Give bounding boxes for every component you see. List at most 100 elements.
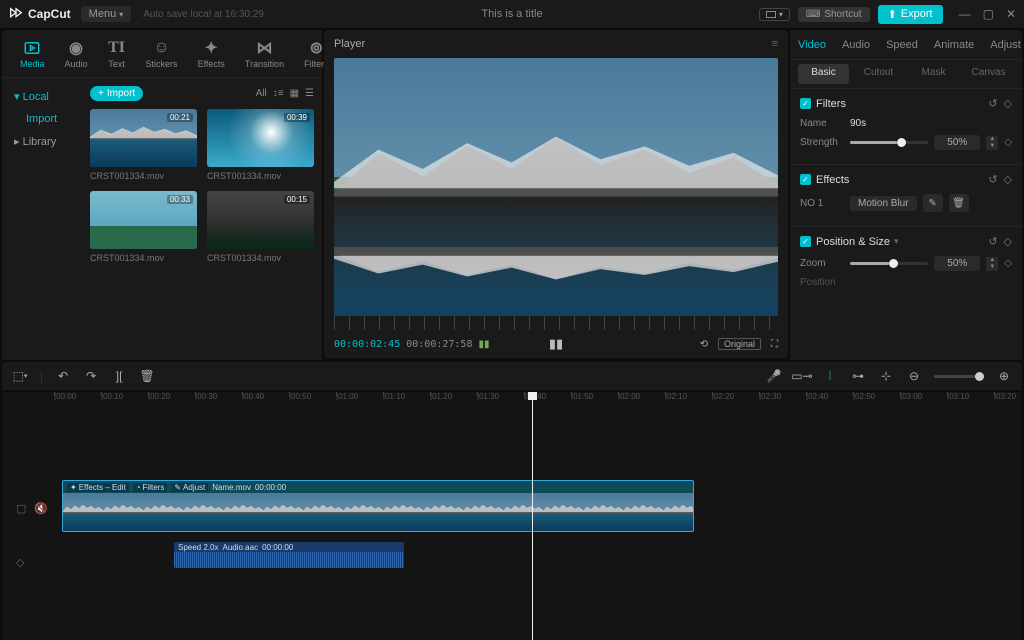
keyframe-icon[interactable]: ◇ (1004, 235, 1012, 248)
select-tool[interactable]: ⬚▾ (12, 368, 28, 384)
split-button[interactable]: ][ (111, 368, 127, 384)
reset-icon[interactable]: ↺ (988, 173, 997, 186)
import-button[interactable]: + Import (90, 86, 143, 101)
inspector-tab-speed[interactable]: Speed (878, 30, 926, 59)
player-current-time: 00:00:02:45 (334, 339, 400, 350)
media-clip[interactable]: 00:15 CRST001334.mov (207, 191, 314, 263)
playhead[interactable] (532, 392, 533, 640)
zoom-in-icon[interactable]: ⊕ (996, 368, 1012, 384)
inspector-tab-adjust[interactable]: Adjust (982, 30, 1022, 59)
keyframe-icon[interactable]: ◇ (1004, 173, 1012, 186)
subtab-canvas[interactable]: Canvas (963, 64, 1014, 84)
audio-track-lock-icon[interactable]: ◇ (16, 556, 24, 569)
subtab-mask[interactable]: Mask (908, 64, 959, 84)
link-icon[interactable]: ⊶ (850, 368, 866, 384)
player-menu-icon[interactable]: ≡ (772, 38, 778, 50)
tab-text[interactable]: TI Text (98, 30, 136, 77)
aspect-ratio-button[interactable]: ▾ (759, 8, 790, 21)
clip-tag-filters[interactable]: ◔ Filters (133, 483, 168, 492)
undo-button[interactable]: ↶ (55, 368, 71, 384)
media-clip[interactable]: 00:39 CRST001334.mov (207, 109, 314, 181)
media-sidebar: ▾ Local Import ▸ Library (2, 78, 82, 360)
minimize-button[interactable]: — (959, 7, 971, 21)
timeline-ruler[interactable]: |00:00|00:10|00:20|00:30|00:40|00:50|01:… (54, 392, 1022, 408)
clip-name: CRST001334.mov (207, 253, 314, 263)
delete-button[interactable]: 🗑 (139, 368, 155, 384)
record-vo-icon[interactable]: 🎤 (766, 368, 782, 384)
media-panel: Media ◉ Audio TI Text ☺ Stickers ✦ Effec… (2, 30, 322, 360)
tab-media[interactable]: Media (10, 30, 55, 77)
position-label: Position (800, 277, 844, 288)
sidebar-item-local[interactable]: ▾ Local (2, 84, 82, 109)
strength-slider[interactable] (850, 141, 928, 144)
export-button[interactable]: ⬆ Export (878, 5, 943, 24)
edit-effect-button[interactable]: ✎ (923, 194, 943, 212)
keyboard-icon: ⌨ (806, 9, 820, 20)
view-grid-icon[interactable]: ▦ (290, 88, 299, 99)
position-title: Position & Size (816, 236, 890, 248)
player-scrub-ruler[interactable] (334, 316, 778, 330)
video-track-toggle[interactable]: ▢ (16, 502, 26, 515)
view-list-icon[interactable]: ☰ (305, 88, 314, 99)
window-controls: — ▢ ✕ (959, 7, 1016, 21)
keyframe-icon[interactable]: ◇ (1004, 258, 1012, 269)
clip-tag-effects[interactable]: ✦ Effects – Edit (67, 483, 129, 492)
timeline-zoom-slider[interactable] (934, 375, 984, 378)
filter-all[interactable]: All (256, 88, 267, 99)
zoom-out-icon[interactable]: ⊖ (906, 368, 922, 384)
subtab-cutout[interactable]: Cutout (853, 64, 904, 84)
clip-name: CRST001334.mov (207, 171, 314, 181)
inspector-tab-audio[interactable]: Audio (834, 30, 878, 59)
zoom-value[interactable]: 50% (934, 256, 980, 271)
tab-transition[interactable]: ⋈ Transition (235, 30, 294, 77)
clip-tag-adjust[interactable]: ✎ Adjust (171, 483, 208, 492)
shortcut-button[interactable]: ⌨ Shortcut (798, 7, 870, 22)
position-checkbox[interactable]: ✓ (800, 236, 811, 247)
reset-icon[interactable]: ↺ (988, 97, 997, 110)
snap-icon[interactable]: ⦚ (822, 368, 838, 384)
snapshot-icon[interactable]: ⟲ (700, 339, 708, 350)
document-title[interactable]: This is a title (481, 8, 542, 20)
chevron-down-icon[interactable]: ▾ (894, 236, 899, 247)
timeline-video-clip[interactable]: ✦ Effects – Edit ◔ Filters ✎ Adjust Name… (62, 480, 694, 532)
sidebar-item-import[interactable]: Import (2, 109, 82, 129)
redo-button[interactable]: ↷ (83, 368, 99, 384)
zoom-spinner[interactable]: ▲▼ (986, 257, 998, 271)
keyframe-icon[interactable]: ◇ (1004, 97, 1012, 110)
video-mute-icon[interactable]: 🔇 (34, 502, 48, 515)
tab-effects[interactable]: ✦ Effects (188, 30, 235, 77)
preview-icon[interactable]: ⊹ (878, 368, 894, 384)
zoom-slider[interactable] (850, 262, 928, 265)
strength-value[interactable]: 50% (934, 135, 980, 150)
tab-audio[interactable]: ◉ Audio (55, 30, 98, 77)
sidebar-item-library[interactable]: ▸ Library (2, 129, 82, 154)
title-bar: CapCut Menu ▾ Auto save local at 16:30:2… (0, 0, 1024, 28)
close-button[interactable]: ✕ (1006, 7, 1016, 21)
strength-spinner[interactable]: ▲▼ (986, 136, 998, 150)
quality-original[interactable]: Original (718, 338, 761, 350)
media-clip[interactable]: 00:21 CRST001334.mov (90, 109, 197, 181)
reset-icon[interactable]: ↺ (988, 235, 997, 248)
effect-name: Motion Blur (850, 196, 917, 211)
maximize-button[interactable]: ▢ (983, 7, 994, 21)
keyframe-icon[interactable]: ◇ (1004, 137, 1012, 148)
audio-icon: ◉ (67, 39, 85, 57)
player-panel: Player ≡ 00:00:02:45 00:00:27:58 ▮▮ ▮▮ ⟲… (324, 30, 788, 358)
menu-button[interactable]: Menu ▾ (81, 6, 132, 22)
sort-icon[interactable]: ↕≡ (273, 88, 284, 99)
inspector-tab-animate[interactable]: Animate (926, 30, 982, 59)
fullscreen-icon[interactable]: ⛶ (771, 339, 778, 350)
player-viewport[interactable] (334, 58, 778, 316)
tab-stickers[interactable]: ☺ Stickers (136, 30, 188, 77)
inspector-tab-video[interactable]: Video (790, 30, 834, 59)
filters-checkbox[interactable]: ✓ (800, 98, 811, 109)
delete-effect-button[interactable]: 🗑 (949, 194, 969, 212)
clip-name: Name.mov (212, 483, 251, 492)
player-total-time: 00:00:27:58 (406, 339, 472, 350)
pause-button[interactable]: ▮▮ (549, 336, 563, 352)
media-clip[interactable]: 00:33 CRST001334.mov (90, 191, 197, 263)
subtab-basic[interactable]: Basic (798, 64, 849, 84)
magnetic-icon[interactable]: ▭⊸ (794, 368, 810, 384)
timeline-audio-clip[interactable]: Speed 2.0x Audio.aac 00:00:00 (174, 542, 404, 568)
effects-checkbox[interactable]: ✓ (800, 174, 811, 185)
